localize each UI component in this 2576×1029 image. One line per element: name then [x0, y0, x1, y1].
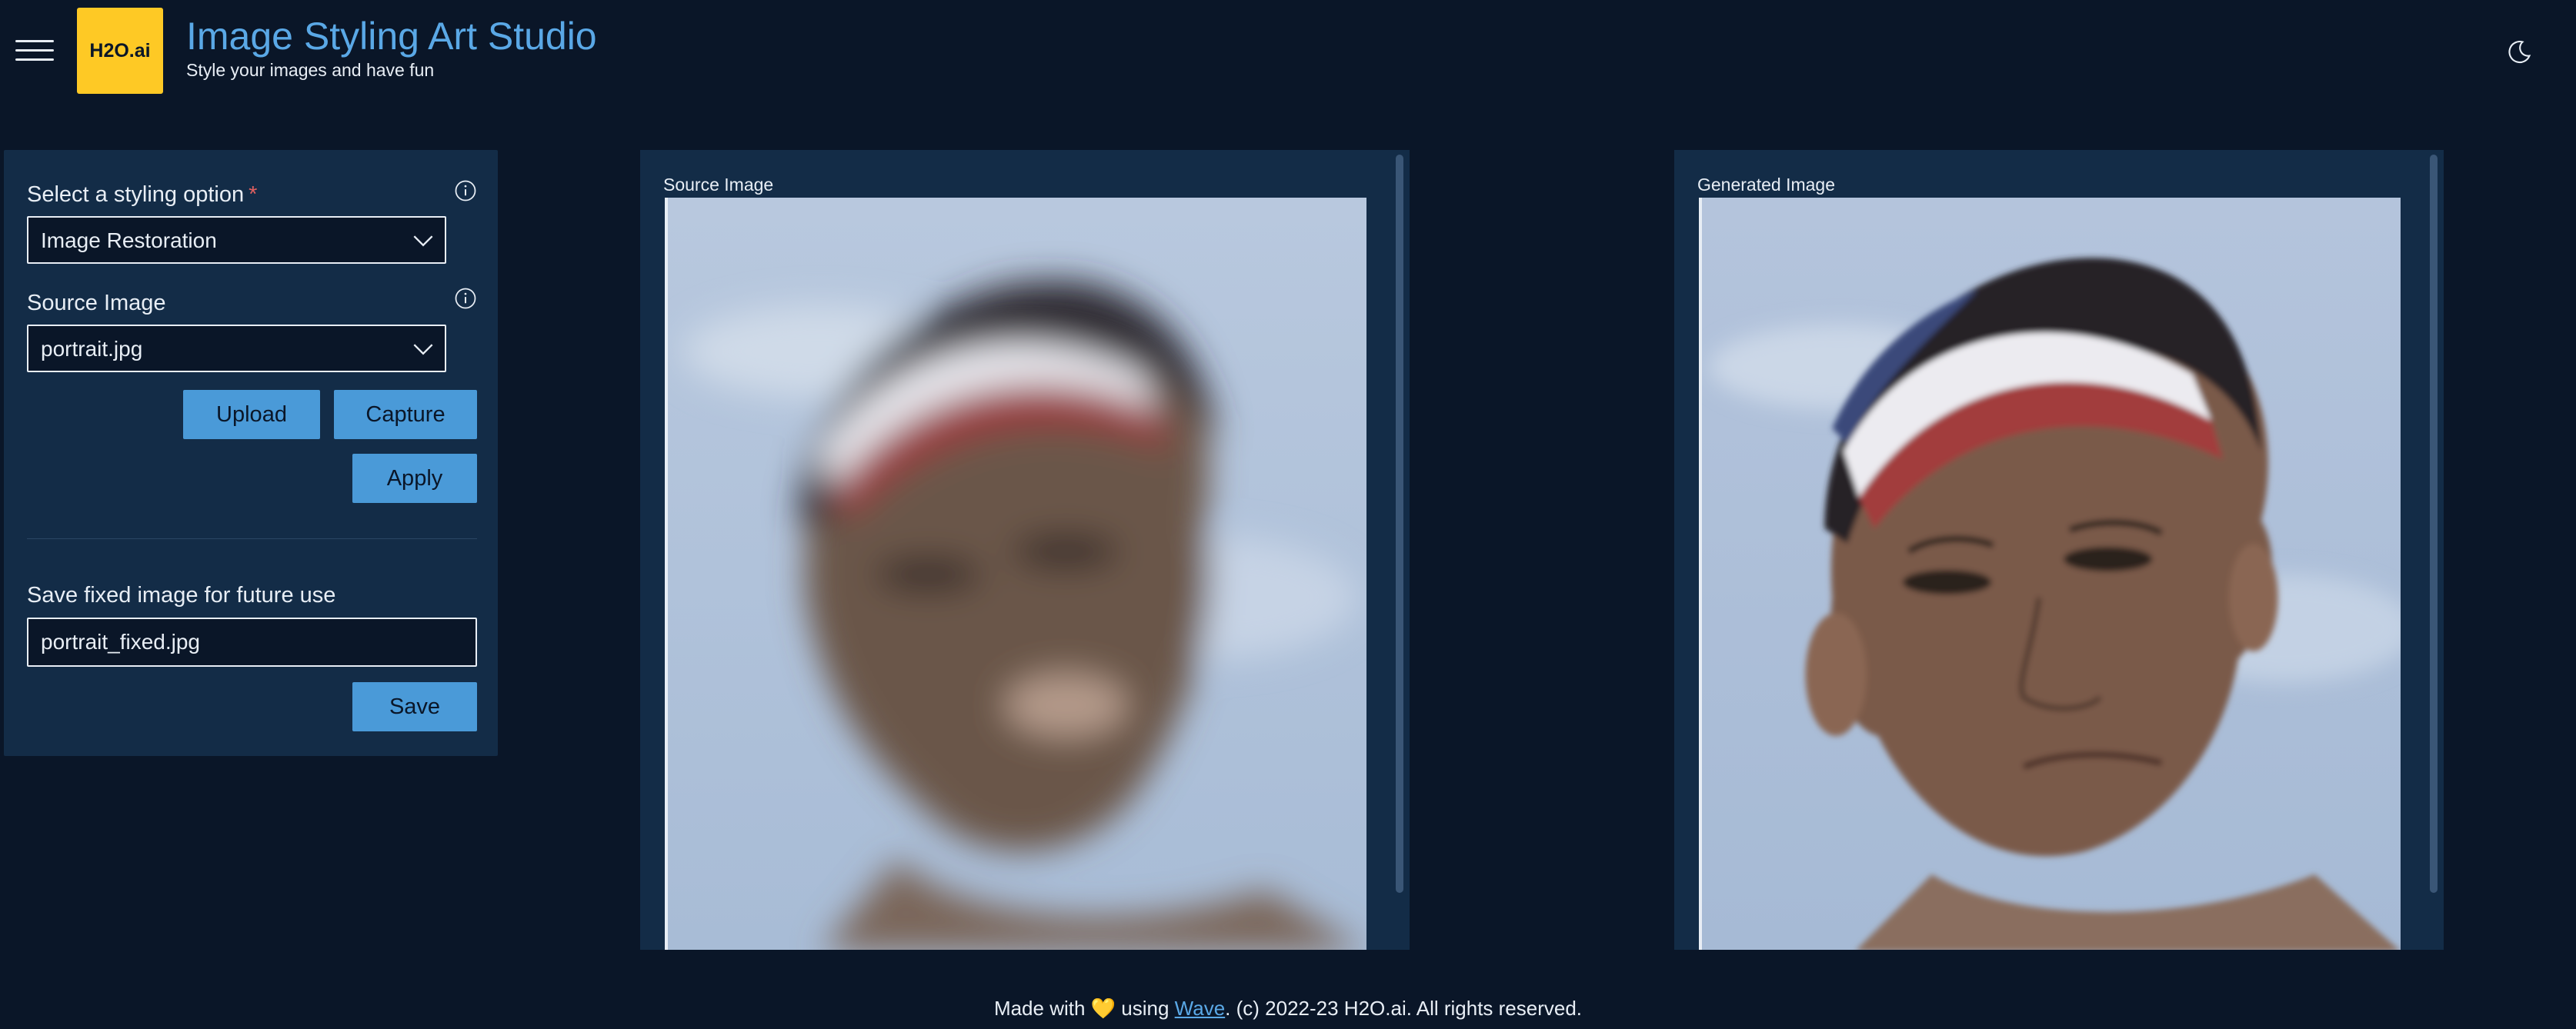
save-button[interactable]: Save [352, 682, 477, 731]
h2o-logo: H2O.ai [77, 8, 163, 94]
apply-button[interactable]: Apply [352, 454, 477, 503]
source-image-dropdown[interactable]: portrait.jpg [27, 325, 446, 372]
hamburger-menu-icon[interactable] [15, 37, 54, 65]
source-image-label: Source Image [27, 291, 166, 315]
source-image-value: portrait.jpg [41, 337, 143, 361]
chevron-down-icon [413, 344, 433, 355]
footer-using: using [1121, 997, 1170, 1020]
save-section-label: Save fixed image for future use [27, 583, 336, 608]
generated-image [1699, 198, 2401, 950]
footer: Made with 💛 using Wave. (c) 2022-23 H2O.… [0, 997, 2576, 1021]
footer-prefix: Made with [993, 997, 1086, 1020]
save-filename-input[interactable] [28, 619, 475, 665]
source-image-card: Source Image [640, 150, 1410, 950]
info-icon[interactable] [454, 287, 477, 310]
generated-image-card: Generated Image [1674, 150, 2444, 950]
styling-option-value: Image Restoration [41, 228, 217, 252]
styling-option-dropdown[interactable]: Image Restoration [27, 216, 446, 264]
generated-image-title: Generated Image [1697, 175, 1836, 195]
wave-link[interactable]: Wave [1175, 997, 1226, 1020]
styling-options-panel: Select a styling option * Image Restorati… [4, 150, 498, 756]
chevron-down-icon [413, 235, 433, 247]
save-filename-field[interactable] [27, 618, 477, 667]
scrollbar[interactable] [1396, 155, 1403, 893]
scrollbar[interactable] [2430, 155, 2438, 893]
source-image [665, 198, 1366, 950]
info-icon[interactable] [454, 179, 477, 202]
app-header: H2O.ai Image Styling Art Studio Style yo… [0, 0, 2576, 100]
required-marker: * [249, 182, 258, 207]
app-subtitle: Style your images and have fun [186, 60, 435, 80]
source-image-title: Source Image [663, 175, 774, 195]
moon-icon[interactable] [2505, 38, 2533, 66]
upload-button[interactable]: Upload [183, 390, 320, 439]
heart-icon: 💛 [1090, 997, 1116, 1020]
footer-copyright: . (c) 2022-23 H2O.ai. All rights reserve… [1225, 997, 1583, 1020]
capture-button[interactable]: Capture [334, 390, 477, 439]
app-title: Image Styling Art Studio [186, 15, 597, 58]
styling-option-label: Select a styling option * [27, 182, 258, 207]
divider [27, 538, 477, 539]
